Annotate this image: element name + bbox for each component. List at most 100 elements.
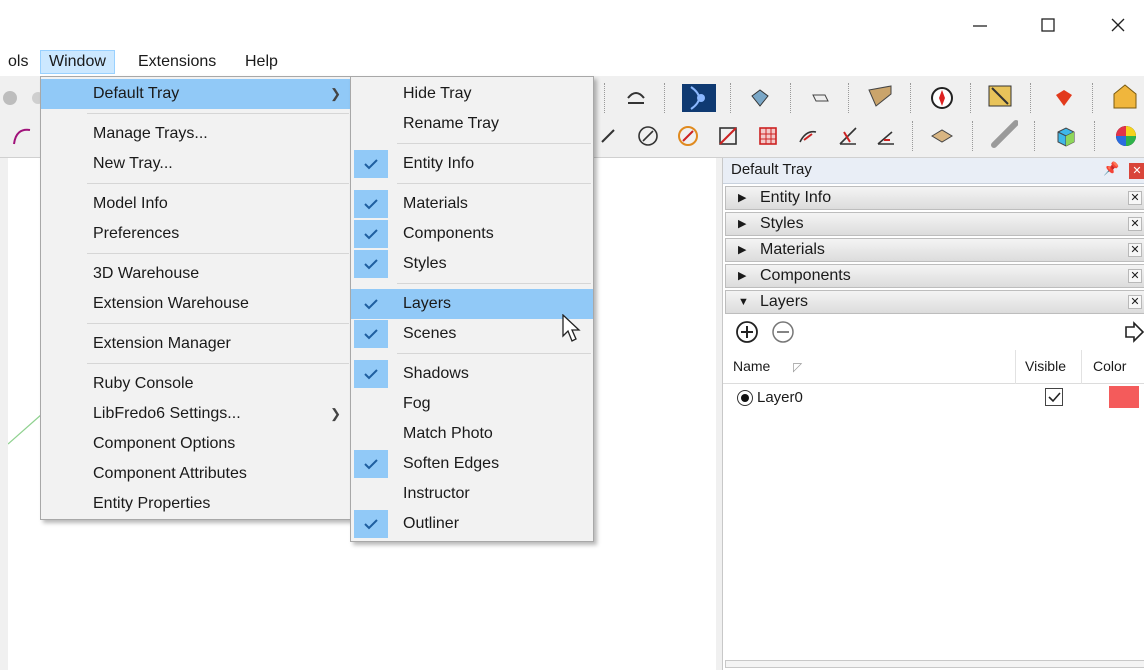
section-plane-icon[interactable] [986, 82, 1014, 110]
menu-item-ruby-console[interactable]: Ruby Console [41, 369, 351, 399]
minimize-button[interactable] [960, 10, 1000, 40]
checkmark-icon [354, 250, 388, 278]
tray-title: Default Tray [731, 161, 812, 178]
layer-name[interactable]: Layer0 [757, 389, 803, 406]
menu-item-entity-properties[interactable]: Entity Properties [41, 489, 351, 519]
layers-table-header: Name ◸ Visible Color [723, 350, 1144, 384]
maximize-icon [1041, 18, 1055, 32]
visible-checkbox[interactable] [1045, 388, 1063, 406]
submenu-item-rename-tray[interactable]: Rename Tray [351, 109, 593, 139]
submenu-item-shadows[interactable]: Shadows [351, 359, 593, 389]
compass-icon[interactable] [928, 84, 956, 112]
close-button[interactable] [1098, 10, 1138, 40]
default-tray: Default Tray 📌 ✕ ▶ Entity Info ✕ ▶ Style… [722, 158, 1144, 670]
arrow-right-icon [1125, 321, 1144, 343]
tray-scrollbar[interactable] [725, 660, 1144, 668]
checkmark-icon [354, 510, 388, 538]
submenu-item-layers[interactable]: Layers [351, 289, 593, 319]
checkmark-icon [354, 320, 388, 348]
submenu-item-outliner[interactable]: Outliner [351, 509, 593, 539]
checkmark-icon [354, 150, 388, 178]
follow-me-icon[interactable] [622, 84, 650, 112]
sandbox-icon[interactable] [806, 84, 834, 112]
menu-help[interactable]: Help [237, 50, 286, 74]
menu-item-model-info[interactable]: Model Info [41, 189, 351, 219]
column-color[interactable]: Color [1093, 358, 1126, 374]
edit-tool-1-icon[interactable] [594, 122, 622, 150]
submenu-item-components[interactable]: Components [351, 219, 593, 249]
column-name[interactable]: Name [733, 358, 770, 374]
triangle-right-icon: ▶ [738, 270, 747, 282]
maximize-button[interactable] [1028, 10, 1068, 40]
menu-item-component-options[interactable]: Component Options [41, 429, 351, 459]
panel-components[interactable]: ▶ Components ✕ [725, 264, 1144, 288]
checkmark-icon [354, 220, 388, 248]
minimize-icon [973, 25, 987, 27]
submenu-item-entity-info[interactable]: Entity Info [351, 149, 593, 179]
panel-layers[interactable]: ▼ Layers ✕ [725, 290, 1144, 314]
submenu-item-soften-edges[interactable]: Soften Edges [351, 449, 593, 479]
panel-styles[interactable]: ▶ Styles ✕ [725, 212, 1144, 236]
panel-close-icon[interactable]: ✕ [1128, 243, 1142, 257]
menu-window[interactable]: Window [40, 50, 115, 74]
edit-tool-3-icon[interactable] [674, 122, 702, 150]
checkmark-icon [354, 290, 388, 318]
stairs-icon[interactable] [866, 82, 894, 110]
panel-close-icon[interactable]: ✕ [1128, 217, 1142, 231]
sort-icon[interactable]: ◸ [793, 360, 802, 374]
menu-item-new-tray[interactable]: New Tray... [41, 149, 351, 179]
submenu-item-styles[interactable]: Styles [351, 249, 593, 279]
active-layer-radio[interactable] [737, 390, 753, 406]
panel-close-icon[interactable]: ✕ [1128, 295, 1142, 309]
edit-tool-8-icon[interactable] [872, 122, 900, 150]
sandbox-mesh-icon[interactable] [928, 122, 956, 150]
menu-tools[interactable]: ols [0, 50, 36, 74]
layer-color-swatch[interactable] [1109, 386, 1139, 408]
submenu-item-materials[interactable]: Materials [351, 189, 593, 219]
delete-layer-button[interactable] [771, 320, 795, 349]
submenu-arrow-icon: ❯ [330, 406, 341, 421]
extension-warehouse-icon[interactable] [1110, 82, 1138, 110]
pipe-tool-icon[interactable] [990, 120, 1018, 148]
checkmark-icon [354, 450, 388, 478]
panel-materials[interactable]: ▶ Materials ✕ [725, 238, 1144, 262]
tray-title-bar: Default Tray 📌 ✕ [723, 158, 1144, 184]
edit-tool-2-icon[interactable] [634, 122, 662, 150]
tray-close-icon[interactable]: ✕ [1129, 163, 1144, 179]
menu-extensions[interactable]: Extensions [130, 50, 224, 74]
submenu-item-hide-tray[interactable]: Hide Tray [351, 79, 593, 109]
menu-item-manage-trays[interactable]: Manage Trays... [41, 119, 351, 149]
panel-entity-info[interactable]: ▶ Entity Info ✕ [725, 186, 1144, 210]
edit-tool-6-icon[interactable] [794, 122, 822, 150]
checkmark-icon [1048, 392, 1061, 403]
submenu-item-instructor[interactable]: Instructor [351, 479, 593, 509]
edit-tool-7-icon[interactable] [834, 122, 862, 150]
submenu-item-scenes[interactable]: Scenes [351, 319, 593, 349]
menu-item-default-tray[interactable]: Default Tray ❯ [41, 79, 351, 109]
solid-tools-icon[interactable] [746, 84, 774, 112]
menu-item-libfredo6-settings[interactable]: LibFredo6 Settings... ❯ [41, 399, 351, 429]
pin-icon[interactable]: 📌 [1103, 161, 1119, 177]
menu-item-component-attributes[interactable]: Component Attributes [41, 459, 351, 489]
cube-tool-icon[interactable] [1052, 122, 1080, 150]
submenu-item-match-photo[interactable]: Match Photo [351, 419, 593, 449]
edit-tool-5-icon[interactable] [754, 122, 782, 150]
edit-tool-4-icon[interactable] [714, 122, 742, 150]
add-layer-button[interactable] [735, 320, 759, 349]
details-button[interactable] [1123, 321, 1144, 348]
menu-item-3d-warehouse[interactable]: 3D Warehouse [41, 259, 351, 289]
submenu-item-fog[interactable]: Fog [351, 389, 593, 419]
panel-close-icon[interactable]: ✕ [1128, 191, 1142, 205]
arc-icon[interactable] [8, 122, 36, 150]
column-visible[interactable]: Visible [1025, 358, 1066, 374]
menu-item-extension-warehouse[interactable]: Extension Warehouse [41, 289, 351, 319]
menu-item-preferences[interactable]: Preferences [41, 219, 351, 249]
menu-item-extension-manager[interactable]: Extension Manager [41, 329, 351, 359]
panel-close-icon[interactable]: ✕ [1128, 269, 1142, 283]
close-icon [1111, 18, 1125, 32]
color-wheel-icon[interactable] [1112, 122, 1140, 150]
photo-textures-icon[interactable] [680, 82, 718, 114]
table-row[interactable]: Layer0 [723, 386, 1144, 412]
ruby-icon[interactable] [1050, 84, 1078, 112]
triangle-right-icon: ▶ [738, 244, 747, 256]
